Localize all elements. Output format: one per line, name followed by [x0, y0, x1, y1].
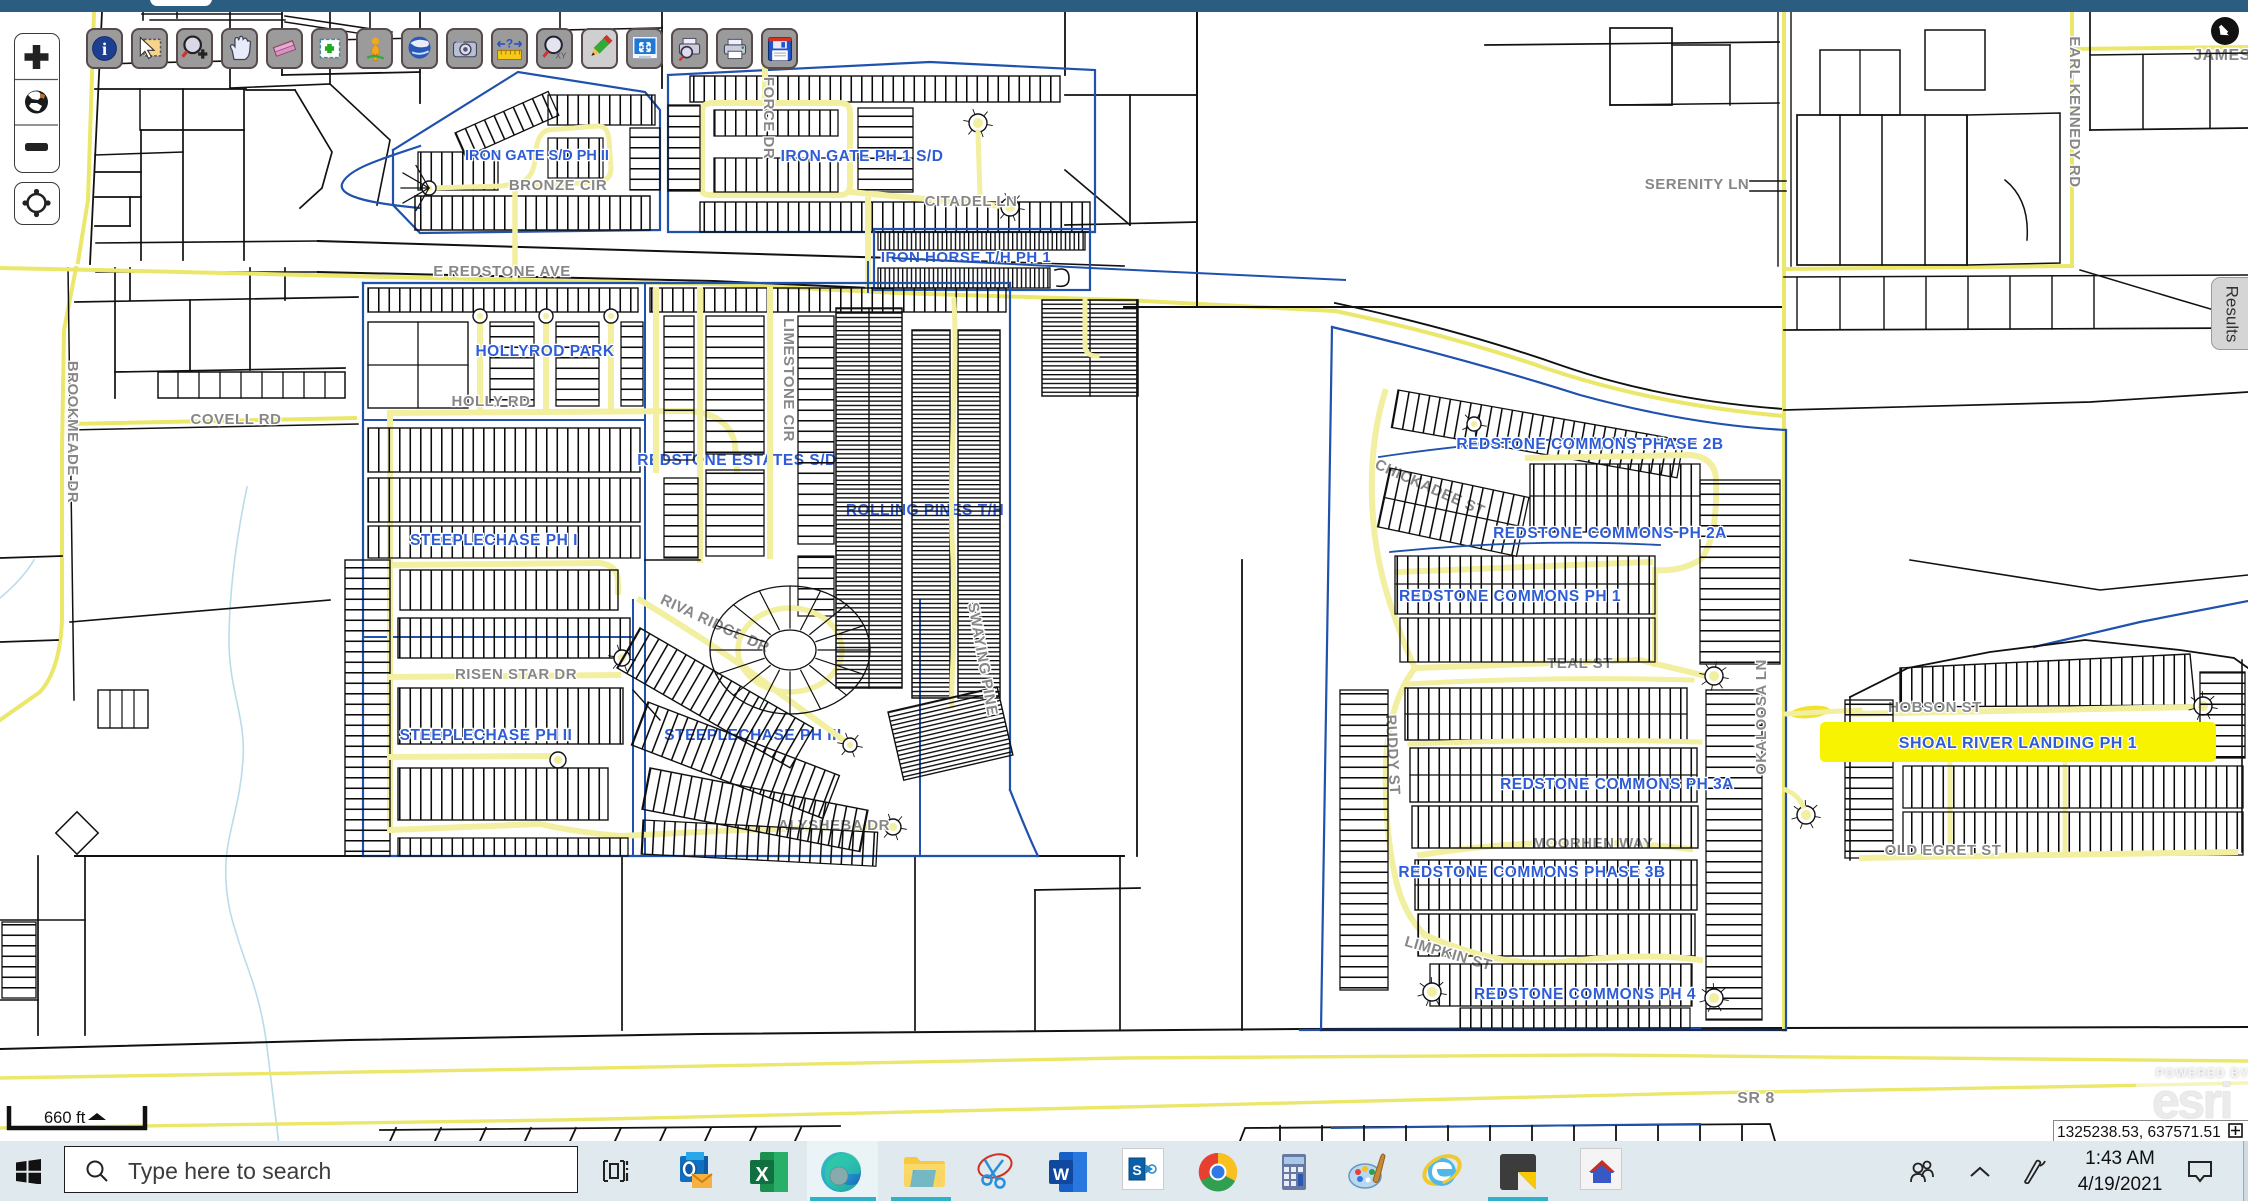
svg-text:660 ft: 660 ft: [44, 1109, 86, 1127]
svg-text:REDSTONE COMMONS PH 4: REDSTONE COMMONS PH 4: [1474, 986, 1696, 1003]
svg-text:BROOKMEADE DR: BROOKMEADE DR: [64, 361, 81, 503]
svg-text:OLD EGRET ST: OLD EGRET ST: [1885, 842, 2002, 859]
svg-text:S: S: [1132, 1162, 1141, 1178]
svg-text:XY: XY: [555, 52, 567, 61]
svg-text:?: ?: [506, 37, 513, 51]
svg-text:STEEPLECHASE PH I: STEEPLECHASE PH I: [410, 532, 578, 549]
svg-text:SR 8: SR 8: [1737, 1090, 1775, 1107]
svg-text:X: X: [755, 1164, 769, 1186]
svg-text:i: i: [102, 39, 107, 59]
svg-text:STEEPLECHASE PH II: STEEPLECHASE PH II: [400, 727, 573, 744]
svg-text:RISEN STAR DR: RISEN STAR DR: [455, 666, 577, 683]
svg-text:EARL KENNEDY RD: EARL KENNEDY RD: [2066, 36, 2083, 187]
svg-text:IRON GATE PH 1 S/D: IRON GATE PH 1 S/D: [781, 148, 944, 165]
svg-text:SERENITY LN: SERENITY LN: [1645, 176, 1749, 193]
svg-text:HOBSON ST: HOBSON ST: [1888, 699, 1982, 716]
svg-text:W: W: [1053, 1165, 1070, 1184]
svg-text:REDSTONE COMMONS PH 2A: REDSTONE COMMONS PH 2A: [1493, 525, 1727, 542]
svg-text:E REDSTONE AVE: E REDSTONE AVE: [433, 263, 571, 280]
svg-text:REDSTONE COMMONS PHASE 2B: REDSTONE COMMONS PHASE 2B: [1456, 436, 1723, 453]
svg-text:BRONZE CIR: BRONZE CIR: [509, 177, 607, 194]
svg-text:OKALOOSA LN: OKALOOSA LN: [1753, 659, 1770, 775]
svg-text:SHOAL RIVER LANDING PH 1: SHOAL RIVER LANDING PH 1: [1899, 735, 2137, 752]
svg-text:FORCE DR: FORCE DR: [760, 77, 777, 159]
svg-text:LIMESTONE CIR: LIMESTONE CIR: [780, 318, 797, 442]
svg-text:CITADEL LN: CITADEL LN: [925, 193, 1018, 210]
svg-text:HOLLY RD: HOLLY RD: [451, 393, 530, 410]
svg-text:REDSTONE COMMONS PHASE 3B: REDSTONE COMMONS PHASE 3B: [1398, 864, 1665, 881]
svg-text:IRON HORSE T/H PH 1: IRON HORSE T/H PH 1: [881, 249, 1051, 266]
svg-text:HOLLYROD PARK: HOLLYROD PARK: [475, 343, 614, 360]
svg-text:IRON GATE S/D PH II: IRON GATE S/D PH II: [465, 148, 609, 164]
svg-text:JAMES: JAMES: [2193, 47, 2248, 64]
svg-text:REDSTONE COMMONS PH 3A: REDSTONE COMMONS PH 3A: [1500, 776, 1734, 793]
svg-text:COVELL RD: COVELL RD: [191, 411, 282, 428]
svg-text:REDSTONE COMMONS PH 1: REDSTONE COMMONS PH 1: [1399, 588, 1621, 605]
